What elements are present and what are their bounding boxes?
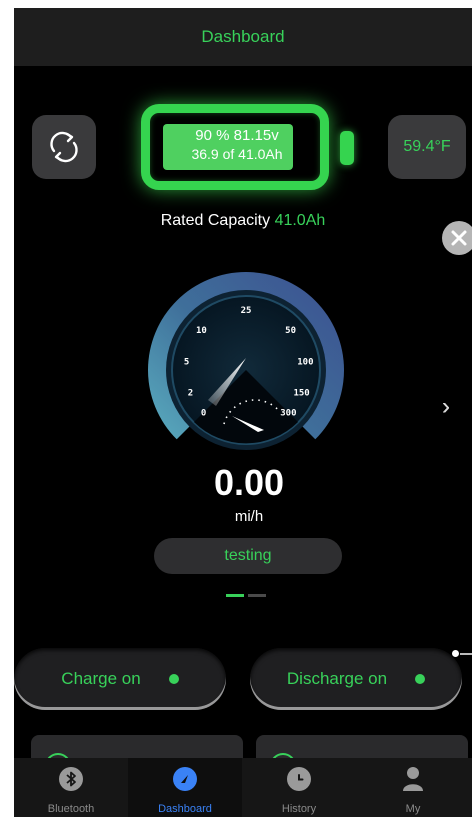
- app-screen: Dashboard 90 % 81.15v 36.9 of 41.0Ah 59.…: [14, 8, 472, 817]
- page-title: Dashboard: [201, 27, 285, 46]
- refresh-button[interactable]: [32, 115, 96, 179]
- discharge-status-dot: [415, 674, 426, 684]
- tab-label: History: [281, 803, 317, 815]
- person-icon: [401, 767, 425, 791]
- battery-percent-voltage: 90 % 81.15v: [195, 127, 279, 144]
- tab-dashboard[interactable]: Dashboard: [128, 758, 242, 817]
- gauge-tick-label: 0: [201, 408, 206, 418]
- rated-capacity-value: 41.0Ah: [274, 212, 326, 229]
- battery-capacity-readout: 36.9 of 41.0Ah: [191, 146, 283, 162]
- close-icon: [451, 230, 467, 246]
- rated-capacity-row: Rated Capacity 41.0Ah: [14, 212, 472, 230]
- rated-capacity-label: Rated Capacity: [160, 212, 271, 229]
- bluetooth-icon: [59, 767, 83, 791]
- gauge-tick-label: 10: [196, 326, 207, 336]
- gauge-tick-label: 2: [188, 389, 193, 399]
- battery-terminal: [340, 131, 354, 165]
- temperature-badge[interactable]: 59.4°F: [388, 115, 466, 179]
- charge-toggle-label: Charge on: [61, 669, 141, 688]
- indicator-line: [460, 653, 472, 655]
- discharge-toggle-button[interactable]: Discharge on: [250, 648, 462, 710]
- indicator-dot: [452, 650, 459, 657]
- close-button[interactable]: [442, 221, 472, 255]
- page-dot: [248, 594, 266, 597]
- header-bar: Dashboard: [14, 8, 472, 66]
- speed-gauge: 025102550100150300: [148, 272, 344, 470]
- charge-status-dot: [168, 674, 179, 684]
- gauge-tick-label: 300: [280, 408, 296, 418]
- gauge-tick-label: 5: [184, 358, 189, 368]
- status-pill[interactable]: testing: [154, 538, 342, 574]
- speed-value: 0.00: [213, 462, 285, 503]
- gauge-tick-label: 150: [293, 389, 309, 399]
- status-text: testing: [224, 547, 272, 564]
- battery-indicator: 90 % 81.15v 36.9 of 41.0Ah: [141, 104, 329, 190]
- history-clock-icon: [287, 767, 311, 791]
- dashboard-icon: [173, 767, 197, 791]
- tab-label: Dashboard: [158, 803, 212, 815]
- battery-readout: 90 % 81.15v 36.9 of 41.0Ah: [163, 126, 311, 164]
- discharge-toggle-label: Discharge on: [286, 669, 388, 688]
- tab-history[interactable]: History: [242, 758, 356, 817]
- tab-label: Bluetooth: [47, 803, 95, 815]
- bottom-tab-bar: Bluetooth Dashboard History My: [14, 758, 472, 817]
- gauge-tick-label: 100: [297, 358, 313, 368]
- refresh-icon: [50, 131, 78, 163]
- gauge-tick-label: 50: [285, 326, 296, 336]
- charge-toggle-button[interactable]: Charge on: [14, 648, 226, 710]
- tab-bluetooth[interactable]: Bluetooth: [14, 758, 128, 817]
- page-indicator: [226, 594, 268, 597]
- speed-unit: mi/h: [234, 508, 264, 525]
- tab-label: My: [405, 803, 421, 815]
- temperature-value: 59.4°F: [403, 138, 451, 155]
- tab-my[interactable]: My: [356, 758, 470, 817]
- page-dot-active: [226, 594, 244, 597]
- gauge-tick-label: 25: [241, 306, 252, 316]
